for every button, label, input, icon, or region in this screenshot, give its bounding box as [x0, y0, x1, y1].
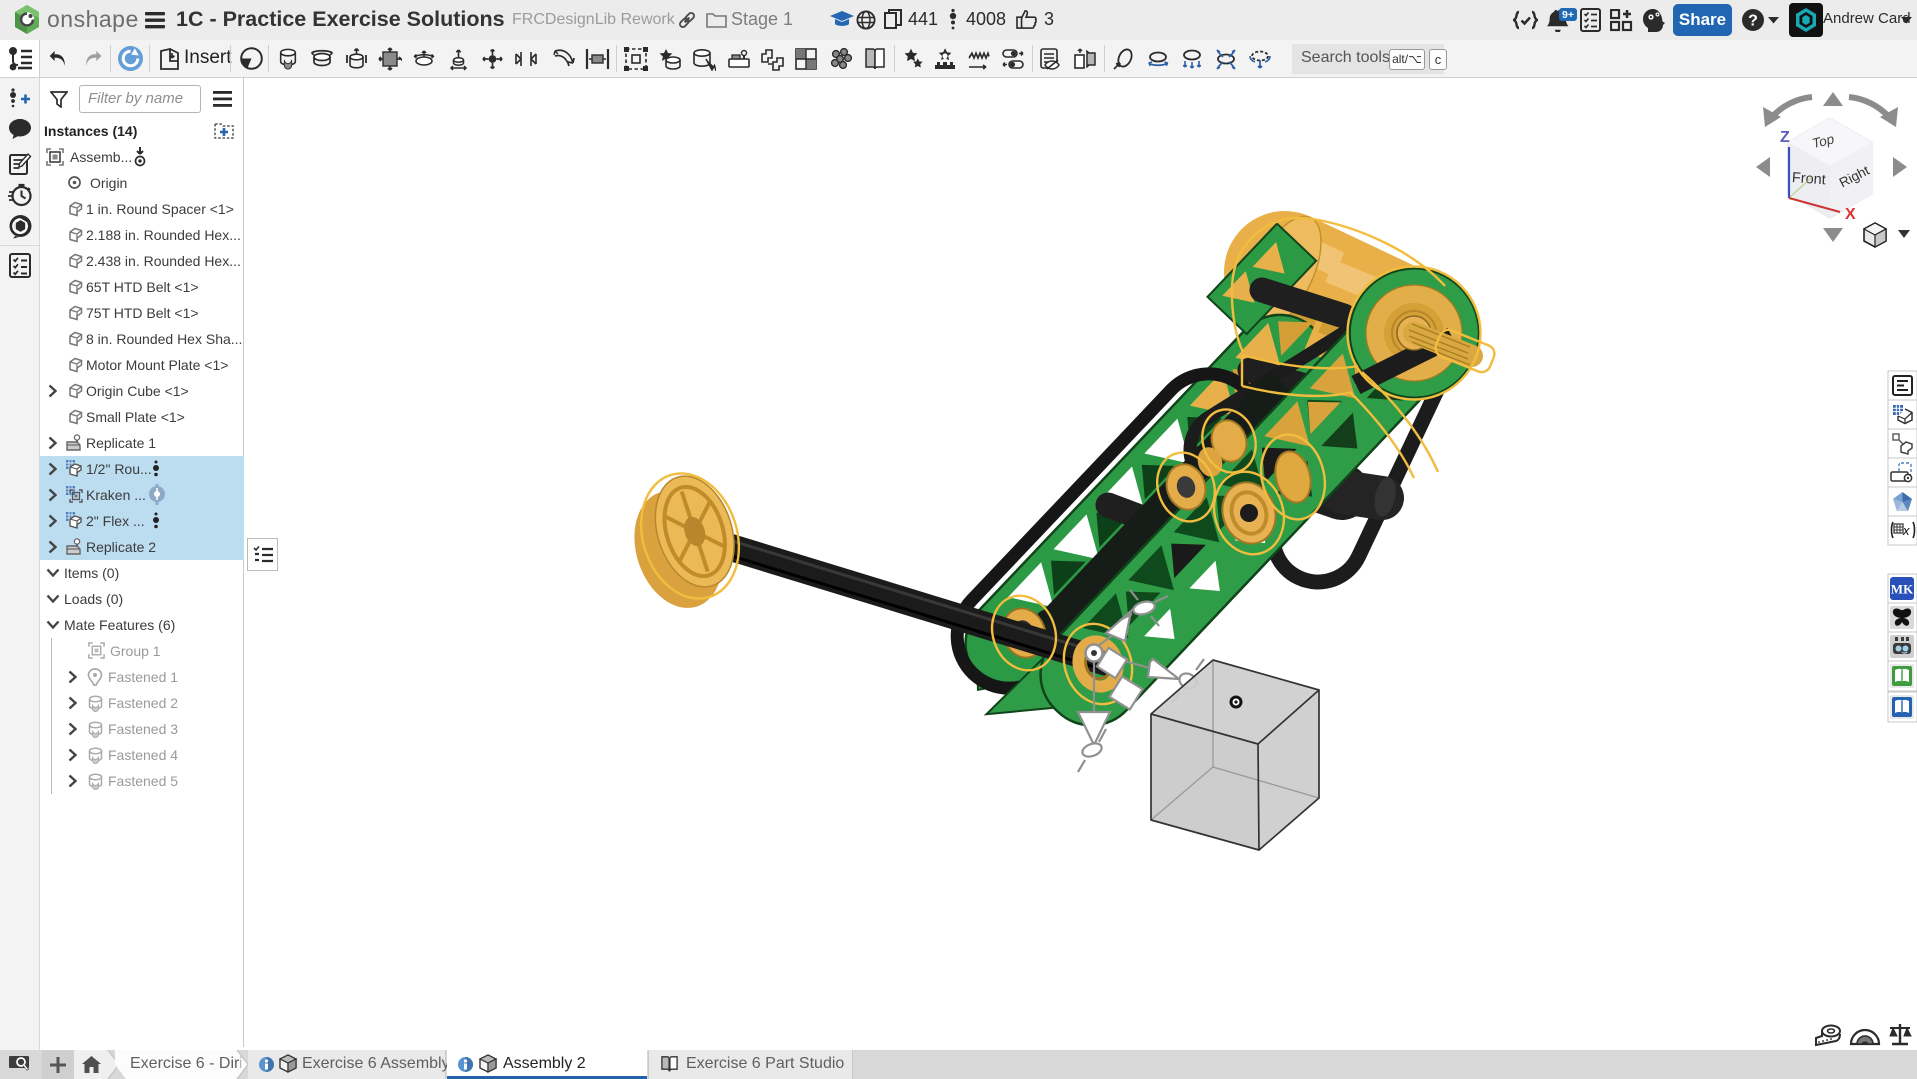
- svg-text:x: x: [1902, 523, 1910, 538]
- svg-text:X: X: [1845, 206, 1856, 223]
- svg-text:?: ?: [1748, 13, 1758, 30]
- svg-text:MK: MK: [1891, 582, 1914, 597]
- svg-text:9+: 9+: [1562, 9, 1574, 21]
- svg-text:Z: Z: [1780, 129, 1790, 146]
